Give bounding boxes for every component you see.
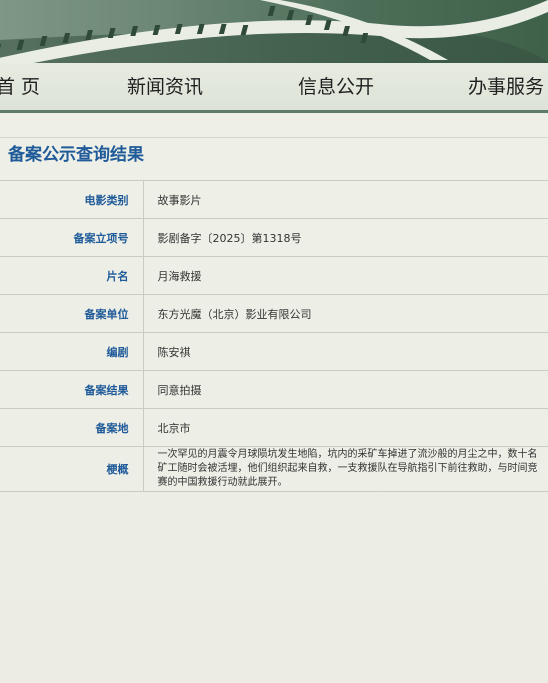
field-label-filing-location: 备案地	[0, 408, 144, 447]
field-label-filing-number: 备案立项号	[0, 218, 144, 257]
table-row: 梗概 一次罕见的月震令月球陨坑发生地陷，坑内的采矿车掉进了流沙般的月尘之中，数十…	[0, 446, 548, 492]
nav-item-services[interactable]: 办事服务	[468, 73, 544, 101]
field-label-filing-result: 备案结果	[0, 370, 144, 409]
nav-item-info-disclosure[interactable]: 信息公开	[298, 73, 374, 101]
nav-item-home[interactable]: 首 页	[0, 73, 40, 101]
main-nav	[0, 63, 548, 110]
field-value-filing-location: 北京市	[143, 408, 548, 447]
nav-divider	[0, 110, 548, 113]
field-label-screenwriter: 编剧	[0, 332, 144, 371]
table-row: 备案立项号 影剧备字〔2025〕第1318号	[0, 218, 548, 257]
field-value-film-title: 月海救援	[143, 256, 548, 295]
field-value-synopsis: 一次罕见的月震令月球陨坑发生地陷，坑内的采矿车掉进了流沙般的月尘之中，数十名矿工…	[143, 446, 548, 492]
field-value-screenwriter: 陈安祺	[143, 332, 548, 371]
field-label-synopsis: 梗概	[0, 446, 144, 492]
field-value-film-category: 故事影片	[143, 181, 548, 219]
header-banner	[0, 0, 548, 63]
field-label-filing-company: 备案单位	[0, 294, 144, 333]
table-row: 备案结果 同意拍摄	[0, 370, 548, 409]
field-value-filing-result: 同意拍摄	[143, 370, 548, 409]
field-value-filing-number: 影剧备字〔2025〕第1318号	[143, 218, 548, 257]
nav-item-news[interactable]: 新闻资讯	[127, 73, 203, 101]
table-row: 备案地 北京市	[0, 408, 548, 447]
table-row: 备案单位 东方光魔（北京）影业有限公司	[0, 294, 548, 333]
field-label-film-title: 片名	[0, 256, 144, 295]
table-row: 片名 月海救援	[0, 256, 548, 295]
film-strip-decoration	[0, 0, 548, 63]
field-label-film-category: 电影类别	[0, 181, 144, 219]
table-row: 编剧 陈安祺	[0, 332, 548, 371]
divider	[0, 137, 548, 138]
page-title: 备案公示查询结果	[8, 145, 144, 165]
field-value-filing-company: 东方光魔（北京）影业有限公司	[143, 294, 548, 333]
table-row: 电影类别 故事影片	[0, 181, 548, 219]
record-detail-table: 电影类别 故事影片 备案立项号 影剧备字〔2025〕第1318号 片名 月海救援…	[0, 181, 548, 492]
